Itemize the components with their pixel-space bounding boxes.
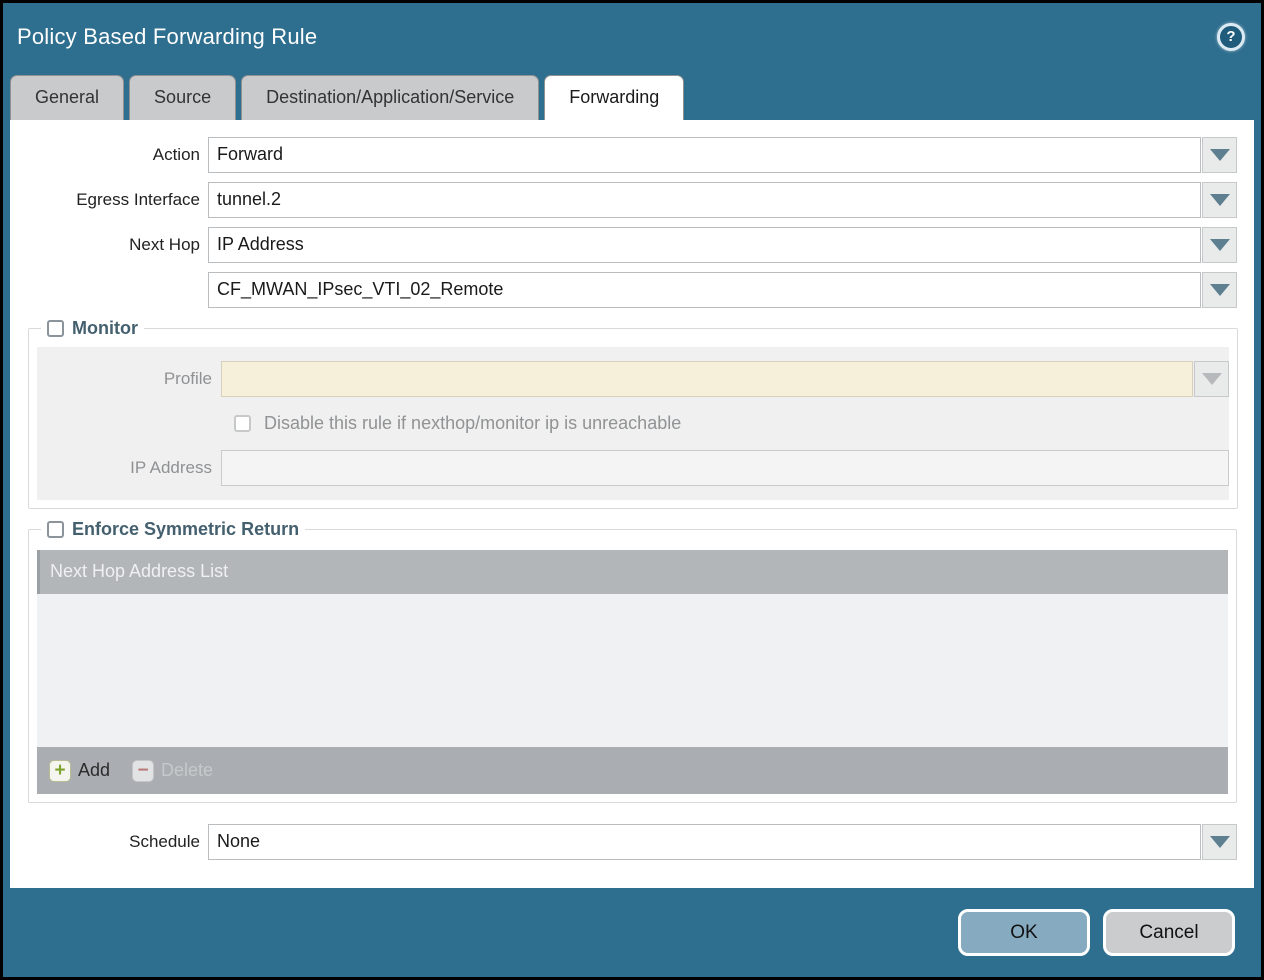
tab-destination-application-service[interactable]: Destination/Application/Service — [241, 75, 539, 120]
egress-interface-dropdown-button[interactable] — [1202, 182, 1237, 218]
schedule-select[interactable]: None — [208, 824, 1201, 860]
delete-button: − Delete — [132, 760, 213, 782]
disable-rule-checkbox — [234, 415, 251, 432]
add-button-label: Add — [78, 760, 110, 781]
monitor-section-label: Monitor — [72, 318, 138, 339]
monitor-group-box: Profile Disable this rule if nexthop/mon… — [37, 347, 1229, 500]
help-icon[interactable]: ? — [1217, 23, 1245, 51]
chevron-down-icon — [1210, 149, 1230, 161]
next-hop-address-dropdown-button[interactable] — [1202, 272, 1237, 308]
next-hop-row: Next Hop IP Address — [10, 227, 1254, 263]
tab-bar: General Source Destination/Application/S… — [3, 70, 1261, 120]
next-hop-address-list-body[interactable] — [37, 594, 1228, 747]
dialog-titlebar: Policy Based Forwarding Rule ? — [3, 3, 1261, 70]
schedule-row: Schedule None — [10, 824, 1254, 860]
egress-interface-select[interactable]: tunnel.2 — [208, 182, 1201, 218]
tab-general[interactable]: General — [10, 75, 124, 120]
chevron-down-icon — [1210, 284, 1230, 296]
symmetric-return-section: Enforce Symmetric Return Next Hop Addres… — [28, 519, 1237, 803]
monitor-section: Monitor Profile Disable this rule if nex… — [28, 318, 1238, 509]
next-hop-label: Next Hop — [10, 235, 208, 255]
policy-based-forwarding-dialog: Policy Based Forwarding Rule ? General S… — [0, 0, 1264, 980]
chevron-down-icon — [1210, 239, 1230, 251]
action-dropdown-button[interactable] — [1202, 137, 1237, 173]
cancel-button[interactable]: Cancel — [1103, 909, 1235, 956]
tab-source[interactable]: Source — [129, 75, 236, 120]
monitor-ip-address-input — [221, 450, 1229, 486]
ok-button[interactable]: OK — [958, 909, 1090, 956]
monitor-legend: Monitor — [41, 318, 144, 339]
profile-select — [221, 361, 1193, 397]
add-button[interactable]: + Add — [49, 760, 110, 782]
chevron-down-icon — [1210, 836, 1230, 848]
plus-icon: + — [49, 760, 71, 782]
disable-rule-label: Disable this rule if nexthop/monitor ip … — [264, 413, 681, 434]
profile-row: Profile — [37, 361, 1229, 397]
next-hop-address-list-table: Next Hop Address List + Add − Delete — [37, 550, 1228, 794]
symmetric-return-legend: Enforce Symmetric Return — [41, 519, 305, 540]
action-row: Action Forward — [10, 137, 1254, 173]
profile-dropdown-button — [1194, 361, 1229, 397]
profile-label: Profile — [37, 369, 221, 389]
disable-rule-row: Disable this rule if nexthop/monitor ip … — [234, 413, 1229, 434]
next-hop-address-list-toolbar: + Add − Delete — [37, 747, 1228, 794]
schedule-label: Schedule — [10, 832, 208, 852]
egress-interface-row: Egress Interface tunnel.2 — [10, 182, 1254, 218]
tab-forwarding[interactable]: Forwarding — [544, 75, 684, 120]
chevron-down-icon — [1202, 373, 1222, 385]
monitor-checkbox[interactable] — [47, 320, 64, 337]
action-select[interactable]: Forward — [208, 137, 1201, 173]
next-hop-address-row: CF_MWAN_IPsec_VTI_02_Remote — [10, 272, 1254, 308]
dialog-footer: OK Cancel — [3, 888, 1261, 977]
egress-interface-label: Egress Interface — [10, 190, 208, 210]
monitor-ip-address-row: IP Address — [37, 450, 1229, 486]
dialog-title: Policy Based Forwarding Rule — [17, 24, 317, 50]
next-hop-type-select[interactable]: IP Address — [208, 227, 1201, 263]
forwarding-tab-panel: Action Forward Egress Interface tunnel.2… — [10, 120, 1254, 888]
schedule-dropdown-button[interactable] — [1202, 824, 1237, 860]
next-hop-address-list-header: Next Hop Address List — [37, 550, 1228, 594]
minus-icon: − — [132, 760, 154, 782]
symmetric-return-checkbox[interactable] — [47, 521, 64, 538]
next-hop-address-select[interactable]: CF_MWAN_IPsec_VTI_02_Remote — [208, 272, 1201, 308]
delete-button-label: Delete — [161, 760, 213, 781]
monitor-ip-address-label: IP Address — [37, 458, 221, 478]
action-label: Action — [10, 145, 208, 165]
symmetric-return-section-label: Enforce Symmetric Return — [72, 519, 299, 540]
next-hop-dropdown-button[interactable] — [1202, 227, 1237, 263]
chevron-down-icon — [1210, 194, 1230, 206]
